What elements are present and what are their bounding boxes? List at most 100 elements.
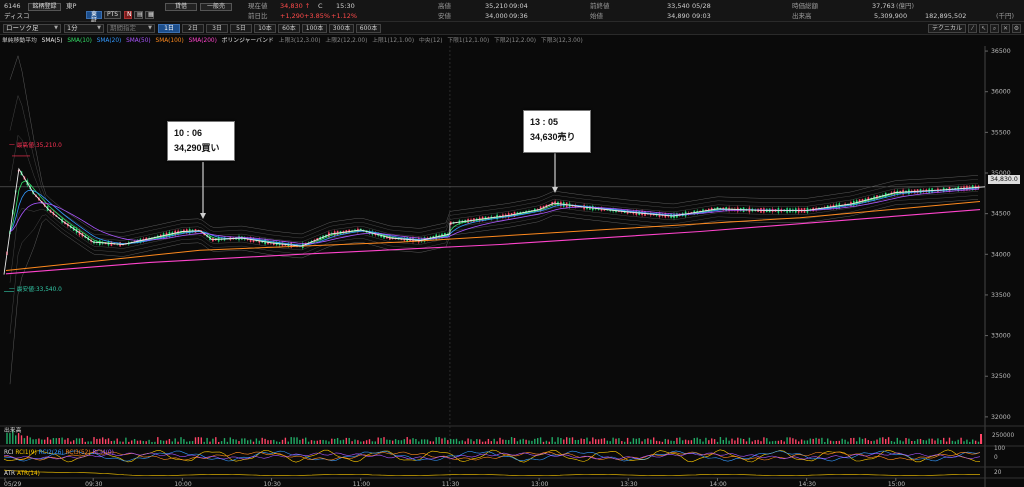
volume-bar: [969, 441, 971, 444]
rci2-label[interactable]: RCI2(26): [39, 450, 64, 456]
volume-bar: [508, 440, 510, 444]
volume-bar: [731, 438, 733, 444]
volume-bar: [133, 439, 136, 444]
volume-bar: [107, 438, 110, 444]
volume-bar: [774, 440, 777, 444]
volume-bar: [365, 440, 368, 444]
volume-bar: [458, 441, 461, 444]
rci-axis-100: 100: [994, 446, 1006, 452]
volume-bar: [513, 437, 516, 444]
volume-bar: [183, 439, 185, 444]
volume-bar: [455, 438, 458, 444]
volume-bar: [400, 440, 403, 444]
volume-bar: [737, 437, 739, 444]
volume-bar: [151, 441, 153, 444]
volume-bar: [592, 437, 594, 444]
volume-bar: [879, 437, 881, 444]
volume-bar: [644, 439, 646, 444]
volume-bar: [728, 440, 730, 444]
volume-bar: [943, 437, 945, 444]
volume-bar: [438, 437, 440, 444]
volume-bar: [310, 440, 313, 444]
last-price-tag: 34,830.0: [988, 175, 1020, 184]
volume-bar: [52, 438, 55, 444]
volume-bar: [191, 441, 194, 444]
volume-bar: [856, 441, 858, 444]
volume-bar: [789, 437, 791, 444]
rci3-label[interactable]: RCI3(52): [66, 450, 91, 456]
volume-bar: [249, 439, 252, 444]
volume-bar: [270, 440, 272, 444]
volume-bar: [104, 439, 107, 444]
volume-bar: [928, 438, 930, 444]
volume-bar: [139, 440, 142, 444]
volume-bar: [26, 435, 28, 444]
volume-bar: [194, 437, 197, 444]
volume-bar: [197, 437, 200, 444]
volume-bar: [824, 441, 826, 444]
volume-bar: [29, 437, 31, 444]
atr14-label[interactable]: ATR(14): [17, 471, 40, 477]
volume-bar: [241, 438, 243, 444]
volume-bar: [722, 439, 724, 444]
volume-bar: [165, 440, 168, 444]
x-tick-label: 10:00: [174, 481, 191, 487]
volume-bar: [702, 441, 704, 444]
volume-bar: [209, 441, 211, 444]
volume-bar: [510, 437, 513, 444]
volume-bar: [548, 441, 550, 444]
volume-bar: [528, 440, 530, 444]
volume-bar: [577, 439, 579, 444]
volume-bar: [70, 441, 72, 444]
volume-bar: [119, 441, 121, 444]
volume-bar: [754, 440, 756, 444]
x-tick-label: 13:30: [620, 481, 637, 487]
volume-bar: [838, 440, 840, 444]
high-marker-label: 一 最高値:35,210.0: [9, 143, 62, 149]
volume-bar: [534, 438, 536, 444]
volume-bar: [676, 437, 678, 444]
volume-bar: [409, 439, 411, 444]
volume-bar: [974, 440, 977, 444]
volume-bar: [757, 439, 759, 444]
volume-bar: [125, 437, 127, 444]
volume-bar: [821, 437, 823, 444]
volume-bar: [670, 440, 672, 444]
volume-bar: [812, 438, 814, 444]
volume-bar: [673, 440, 675, 444]
volume-bar: [551, 437, 553, 444]
volume-bar: [412, 438, 414, 444]
volume-bar: [168, 438, 171, 444]
atr-label: ATR: [4, 471, 16, 477]
volume-bar: [128, 441, 130, 444]
volume-bar: [46, 437, 49, 444]
low-marker-label: 一 最安値:33,540.0: [9, 287, 62, 293]
volume-bar: [531, 440, 533, 444]
volume-bar: [954, 441, 956, 444]
volume-bar: [299, 439, 301, 444]
volume-bar: [307, 441, 310, 444]
volume-bar: [725, 437, 727, 444]
x-tick-label: 10:30: [264, 481, 281, 487]
volume-bar: [345, 437, 347, 444]
volume-bar: [937, 438, 939, 444]
volume-bar: [90, 441, 92, 444]
volume-bar: [629, 441, 632, 444]
volume-bar: [87, 441, 89, 444]
rci1-label[interactable]: RCI1(9): [15, 450, 36, 456]
volume-bar: [421, 439, 423, 444]
volume-axis-label: 250000: [992, 433, 1015, 439]
y-tick-label: 35500: [991, 129, 1011, 136]
volume-bar: [415, 439, 417, 444]
price-chart[interactable]: 3650036000355003500034500340003350033000…: [0, 0, 1024, 487]
volume-bar: [258, 440, 260, 444]
volume-bar: [597, 439, 600, 444]
volume-bar: [316, 440, 318, 444]
volume-bar: [827, 438, 829, 444]
volume-bar: [914, 440, 916, 444]
volume-bar: [682, 440, 684, 444]
volume-bar: [885, 438, 887, 444]
rci4-label[interactable]: RCI4(0): [92, 450, 113, 456]
volume-bar: [252, 441, 255, 444]
volume-bar: [948, 437, 951, 444]
